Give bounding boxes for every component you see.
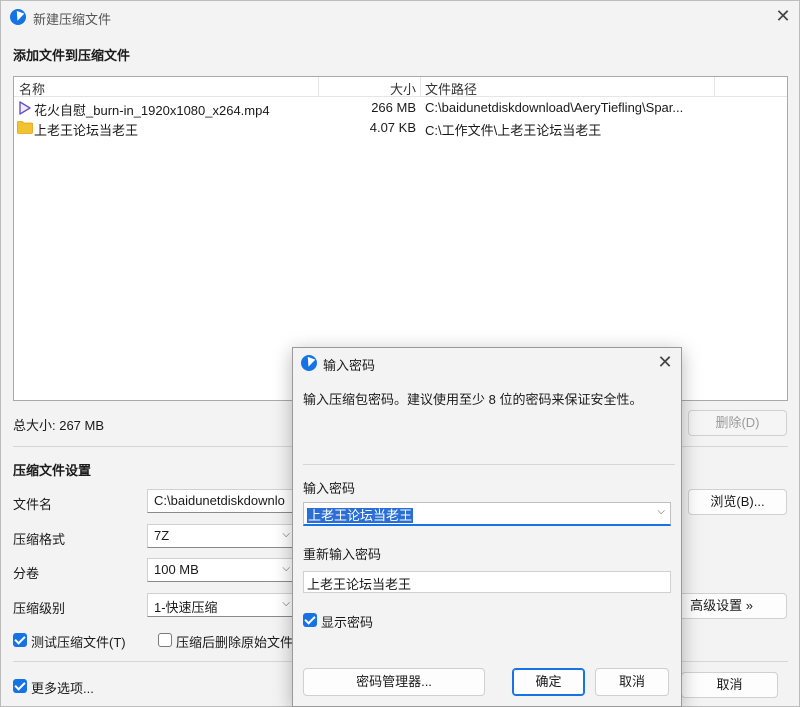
show-password-label[interactable]: 显示密码 [321, 612, 373, 631]
format-select[interactable]: 7Z ⌵ [147, 524, 297, 548]
dialog-cancel-button[interactable]: 取消 [595, 668, 669, 696]
close-dialog-button[interactable]: ✕ [654, 351, 676, 373]
archive-settings-heading: 压缩文件设置 [13, 463, 92, 478]
more-options-label[interactable]: 更多选项... [31, 678, 94, 697]
table-row[interactable]: 上老王论坛当老王 4.07 KB C:\工作文件\上老王论坛当老王 [14, 118, 787, 138]
test-archive-label[interactable]: 测试压缩文件(T) [31, 632, 126, 651]
column-header-size[interactable]: 大小 [354, 79, 416, 98]
file-name: 花火自慰_burn-in_1920x1080_x264.mp4 [34, 103, 270, 118]
password-manager-button[interactable]: 密码管理器... [303, 668, 485, 696]
total-size-label: 总大小: 267 MB [13, 418, 105, 433]
password-value: 上老王论坛当老王 [307, 508, 414, 523]
file-path: C:\工作文件\上老王论坛当老王 [425, 123, 602, 138]
password-input[interactable]: 上老王论坛当老王 ⌵ [303, 502, 671, 526]
more-options-checkbox[interactable] [13, 679, 27, 693]
dialog-title: 输入密码 [323, 358, 376, 373]
volume-label: 分卷 [13, 566, 40, 581]
file-path: C:\baidunetdiskdownload\AeryTiefling\Spa… [425, 100, 684, 115]
list-header: 名称 大小 文件路径 [14, 77, 787, 97]
folder-icon [17, 121, 33, 134]
reenter-password-input[interactable]: 上老王论坛当老王 [303, 571, 671, 593]
column-header-path[interactable]: 文件路径 [425, 79, 477, 98]
window-title: 新建压缩文件 [33, 12, 112, 27]
video-file-icon [19, 101, 31, 115]
delete-after-label[interactable]: 压缩后删除原始文件 [176, 632, 293, 651]
dialog-description: 输入压缩包密码。建议使用至少 8 位的密码来保证安全性。 [303, 392, 643, 407]
format-value: 7Z [154, 528, 170, 543]
password-label: 输入密码 [303, 481, 356, 496]
file-name: 上老王论坛当老王 [34, 123, 139, 138]
delete-after-checkbox[interactable] [158, 633, 172, 647]
main-cancel-button[interactable]: 取消 [681, 672, 778, 698]
add-files-heading: 添加文件到压缩文件 [13, 48, 131, 63]
level-label: 压缩级别 [13, 601, 66, 616]
chevron-down-icon: ⌵ [282, 563, 290, 574]
filename-field[interactable]: C:\baidunetdiskdownlo [147, 489, 297, 513]
show-password-checkbox[interactable] [303, 613, 317, 627]
table-row[interactable]: 花火自慰_burn-in_1920x1080_x264.mp4 266 MB C… [14, 98, 787, 118]
column-divider[interactable] [714, 77, 715, 97]
chevron-down-icon: ⌵ [282, 529, 290, 540]
file-size: 266 MB [371, 100, 416, 115]
app-logo-icon [10, 9, 26, 25]
chevron-down-icon[interactable]: ⌵ [657, 506, 665, 517]
format-label: 压缩格式 [13, 532, 66, 547]
volume-select[interactable]: 100 MB ⌵ [147, 558, 297, 582]
browse-button[interactable]: 浏览(B)... [688, 489, 787, 515]
volume-value: 100 MB [154, 562, 199, 577]
reenter-password-label: 重新输入密码 [303, 547, 382, 562]
column-divider[interactable] [420, 77, 421, 97]
level-value: 1-快速压缩 [154, 600, 218, 615]
test-archive-checkbox[interactable] [13, 633, 27, 647]
password-dialog: 输入密码 ✕ 输入压缩包密码。建议使用至少 8 位的密码来保证安全性。 输入密码… [292, 347, 682, 707]
filename-label: 文件名 [13, 497, 53, 512]
column-header-name[interactable]: 名称 [19, 79, 45, 98]
app-logo-icon [301, 355, 317, 371]
dialog-divider [303, 464, 675, 465]
file-size: 4.07 KB [369, 120, 416, 135]
ok-button[interactable]: 确定 [512, 668, 585, 696]
close-window-button[interactable]: ✕ [772, 5, 794, 27]
level-select[interactable]: 1-快速压缩 ⌵ [147, 593, 297, 617]
title-bar: 新建压缩文件 ✕ [1, 1, 799, 33]
delete-button[interactable]: 删除(D) [688, 410, 787, 436]
chevron-down-icon: ⌵ [282, 598, 290, 609]
column-divider[interactable] [318, 77, 319, 97]
